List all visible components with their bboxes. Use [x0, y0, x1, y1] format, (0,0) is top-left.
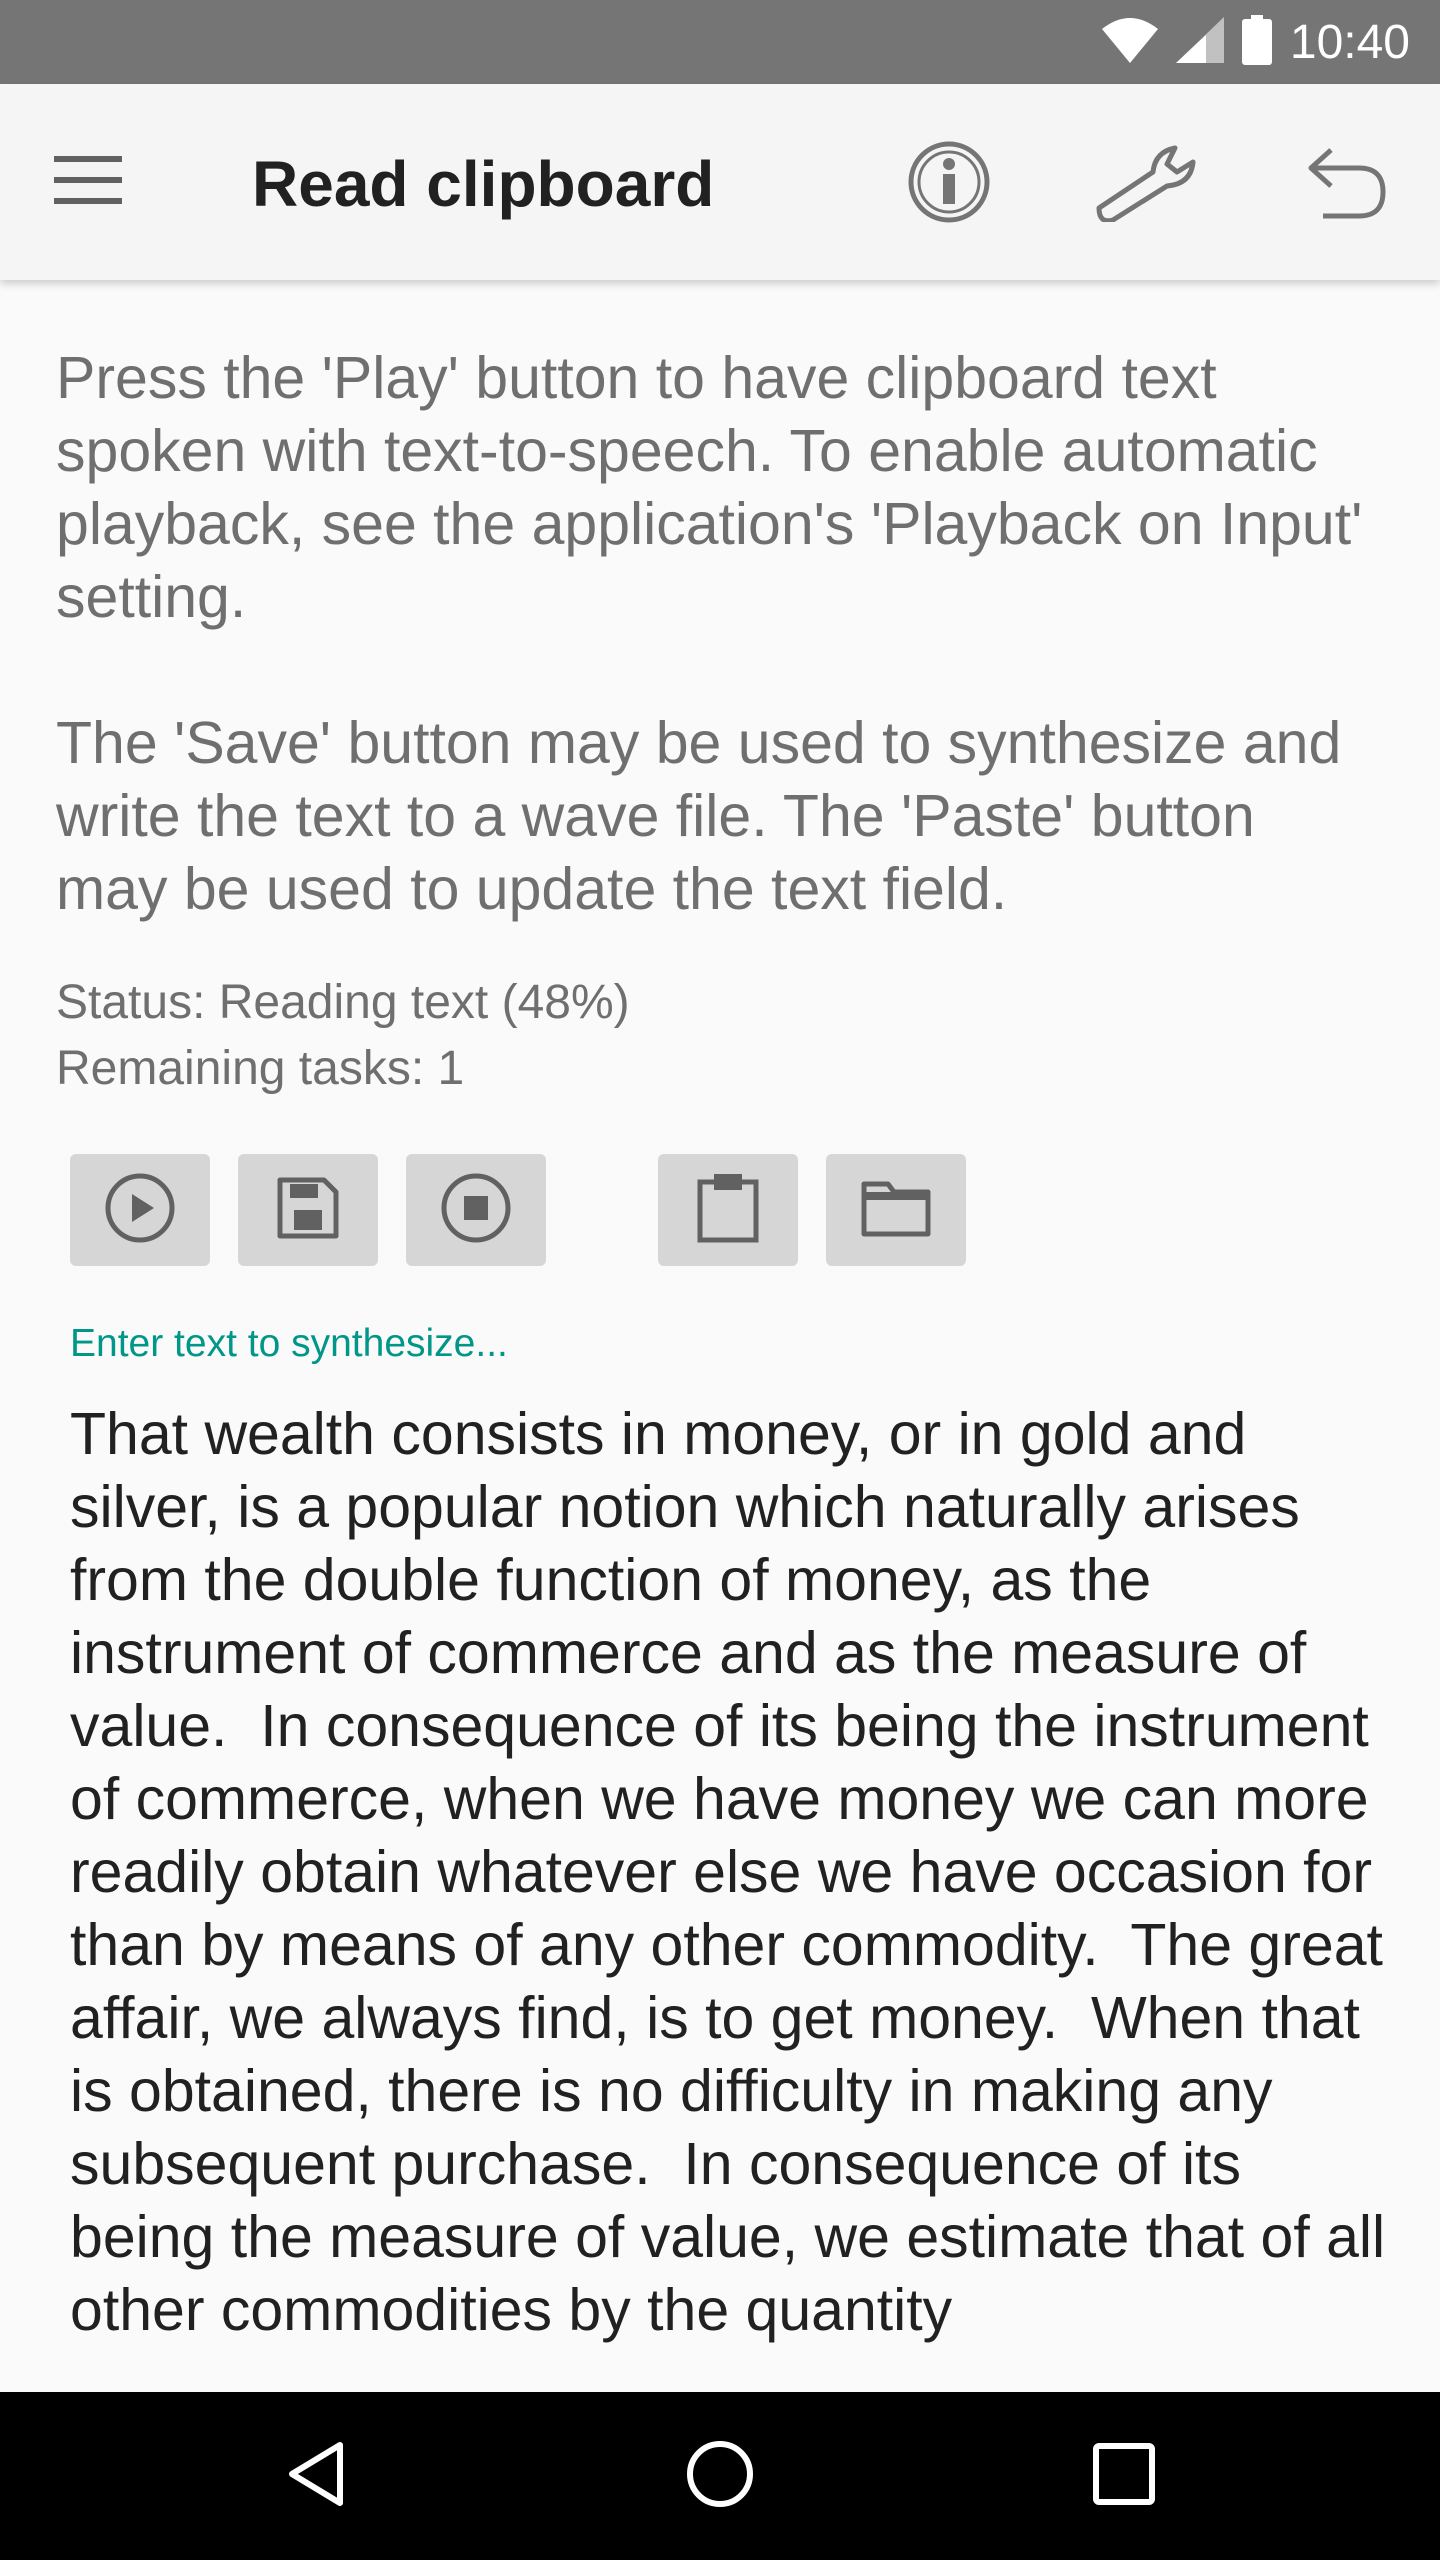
menu-button[interactable] — [40, 142, 136, 222]
home-button[interactable] — [660, 2426, 780, 2526]
recents-button[interactable] — [1064, 2426, 1184, 2526]
wrench-icon — [1093, 142, 1197, 227]
status-bar: 10:40 — [0, 0, 1440, 84]
undo-icon — [1303, 144, 1387, 225]
stop-icon — [440, 1172, 512, 1249]
remaining-tasks: Remaining tasks: 1 — [56, 1042, 465, 1095]
instructions: Press the 'Play' button to have clipboar… — [56, 342, 1376, 926]
hamburger-menu-icon — [54, 155, 122, 209]
paste-button[interactable] — [658, 1154, 798, 1266]
stop-button[interactable] — [406, 1154, 546, 1266]
back-button[interactable] — [256, 2426, 376, 2526]
recents-icon — [1092, 2442, 1156, 2511]
app-bar: Read clipboard — [0, 84, 1440, 280]
play-button[interactable] — [70, 1154, 210, 1266]
status-text: Status: Reading text (48%) — [56, 976, 630, 1029]
info-icon — [907, 140, 991, 229]
instructions-paragraph-1: Press the 'Play' button to have clipboar… — [56, 345, 1363, 630]
main-content: Press the 'Play' button to have clipboar… — [0, 280, 1440, 2392]
back-icon — [284, 2439, 348, 2514]
app-title: Read clipboard — [252, 148, 715, 220]
folder-icon — [860, 1178, 932, 1243]
play-icon — [104, 1172, 176, 1249]
open-file-button[interactable] — [826, 1154, 966, 1266]
clock-time: 10:40 — [1289, 15, 1410, 69]
battery-icon — [1241, 14, 1272, 70]
navigation-bar — [0, 2392, 1440, 2560]
text-field-hint: Enter text to synthesize... — [70, 1322, 508, 1365]
wifi-icon — [1101, 17, 1158, 68]
paste-icon — [696, 1172, 760, 1249]
instructions-paragraph-2: The 'Save' button may be used to synthes… — [56, 710, 1342, 922]
undo-button[interactable] — [1290, 134, 1400, 234]
save-icon — [276, 1176, 340, 1245]
info-button[interactable] — [894, 134, 1004, 234]
save-button[interactable] — [238, 1154, 378, 1266]
status-icons: 10:40 — [1101, 0, 1410, 84]
home-icon — [685, 2439, 755, 2514]
status-block: Status: Reading text (48%) Remaining tas… — [56, 970, 630, 1102]
settings-button[interactable] — [1090, 134, 1200, 234]
signal-icon — [1175, 16, 1224, 68]
synthesis-text-input[interactable]: That wealth consists in money, or in gol… — [70, 1398, 1400, 2347]
